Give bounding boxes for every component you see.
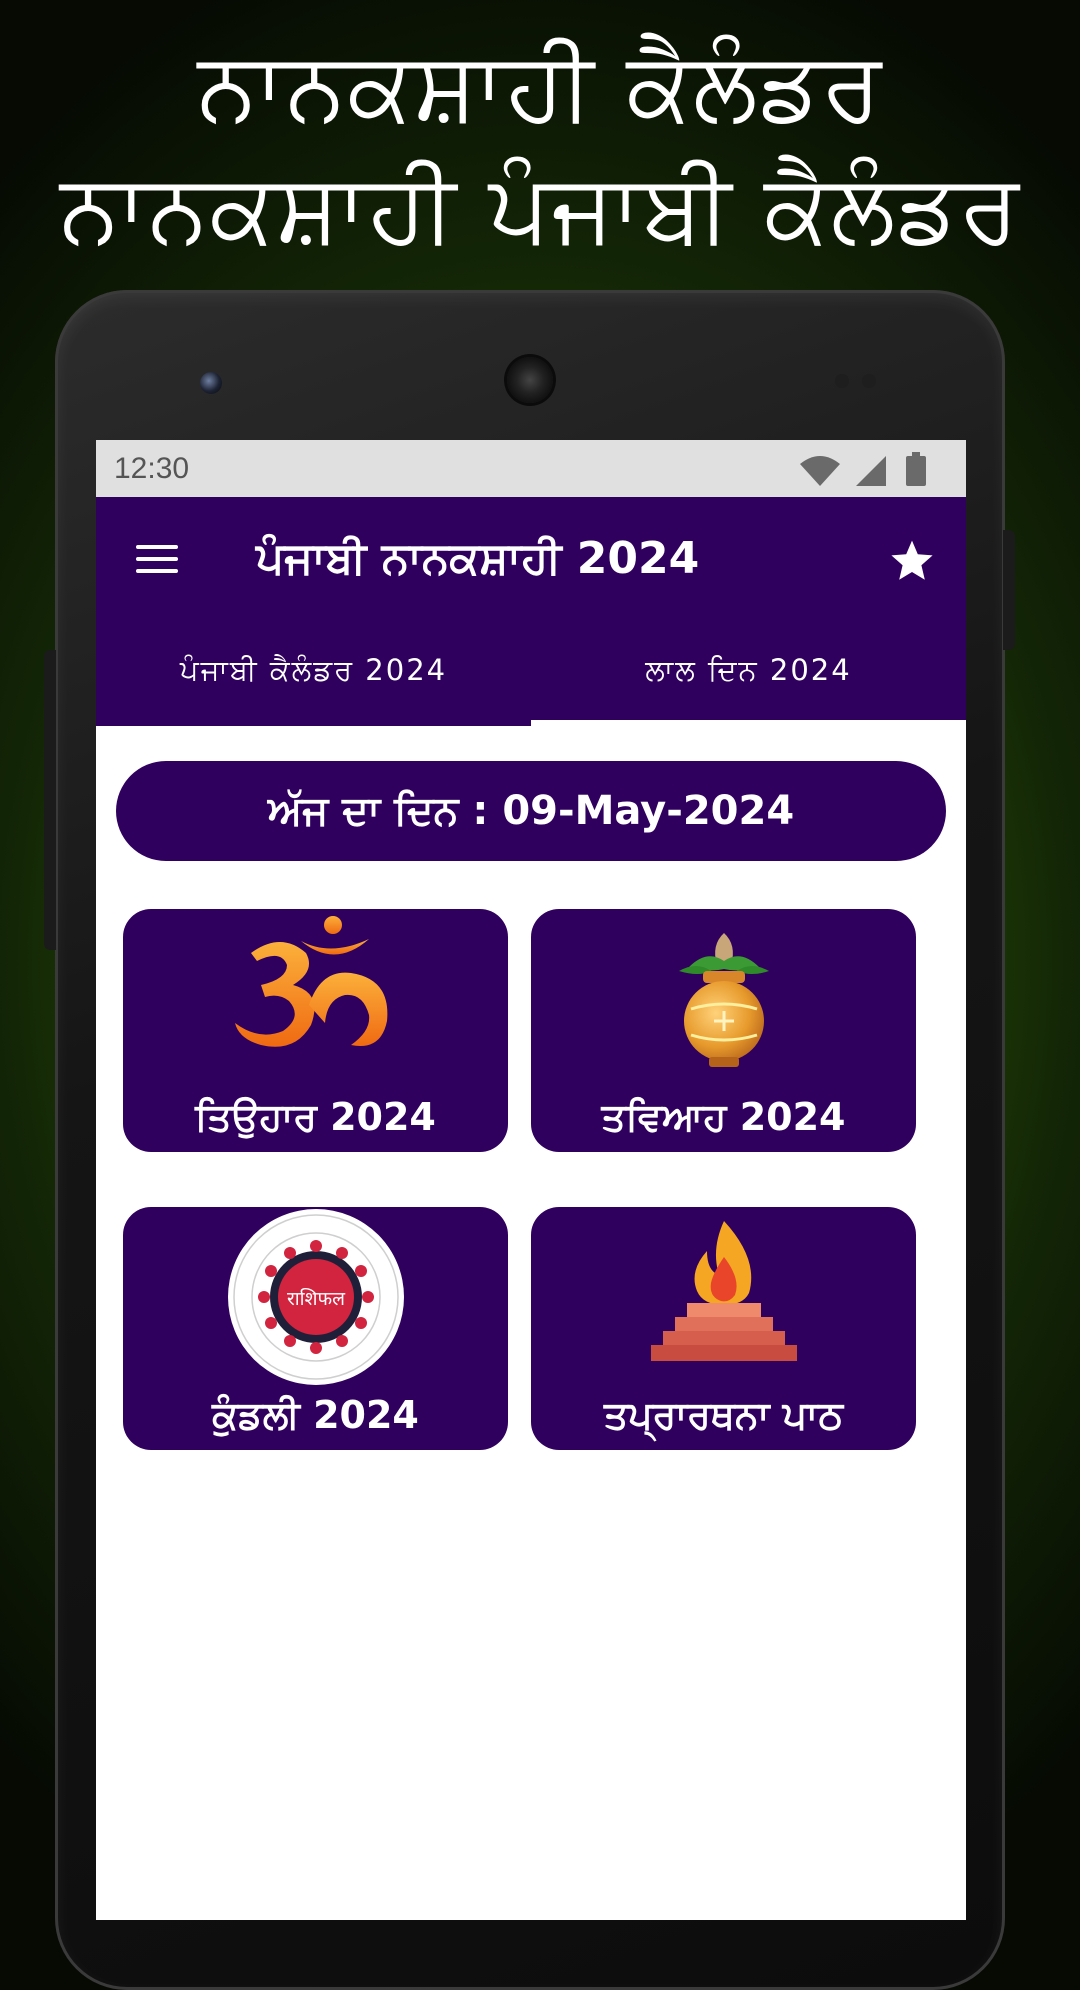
tab-red-days[interactable]: ਲਾਲ ਦਿਨ 2024: [531, 615, 966, 726]
kundli-card[interactable]: राशिफल ਕੁੰਡਲੀ 2024: [123, 1207, 508, 1450]
prayer-card[interactable]: ਤਪ੍ਰਾਰਥਨਾ ਪਾਠ: [531, 1207, 916, 1450]
festivals-card[interactable]: ਤਿਉਹਾਰ 2024: [123, 909, 508, 1152]
star-icon[interactable]: [888, 537, 936, 585]
kundli-card-label: ਕੁੰਡਲੀ 2024: [212, 1393, 419, 1437]
phone-sensor: [835, 374, 849, 388]
tab-selected-indicator: [531, 720, 966, 726]
today-date-banner[interactable]: ਅੱਜ ਦਾ ਦਿਨ : 09-May-2024: [116, 761, 946, 861]
phone-side-button: [44, 650, 56, 950]
wifi-icon: [800, 456, 840, 486]
phone-side-button: [1003, 530, 1015, 650]
havan-fire-icon: [650, 1221, 797, 1361]
phone-sensor: [862, 374, 876, 388]
prayer-card-label: ਤਪ੍ਰਾਰਥਨਾ ਪਾਠ: [603, 1393, 844, 1437]
zodiac-wheel-icon: राशिफल: [227, 1209, 404, 1385]
status-bar: 12:30: [96, 440, 966, 497]
app-bar: ਪੰਜਾਬੀ ਨਾਨਕਸ਼ਾਹੀ 2024: [96, 497, 966, 615]
zodiac-icon-text: राशिफल: [286, 1287, 345, 1310]
app-screen: 12:30 ਪੰਜਾਬੀ ਨਾਨਕਸ਼ਾਹੀ 2024 ਪੰਜਾਬੀ ਕੈਲੰਡ…: [96, 440, 966, 1920]
weddings-card[interactable]: ਤਵਿਆਹ 2024: [531, 909, 916, 1152]
tab-bar: ਪੰਜਾਬੀ ਕੈਲੰਡਰ 2024 ਲਾਲ ਦਿਨ 2024: [96, 615, 966, 726]
kalash-icon: [678, 933, 769, 1067]
battery-icon: [906, 452, 926, 486]
phone-speaker: [507, 357, 553, 403]
signal-icon: [856, 456, 886, 486]
status-icons: [800, 452, 926, 486]
weddings-card-label: ਤਵਿਆਹ 2024: [601, 1095, 846, 1139]
status-time: 12:30: [114, 452, 190, 485]
front-camera: [200, 372, 222, 394]
om-icon: [234, 916, 387, 1047]
hamburger-menu-icon[interactable]: [136, 545, 178, 573]
tab-punjabi-calendar[interactable]: ਪੰਜਾਬੀ ਕੈਲੰਡਰ 2024: [96, 615, 531, 726]
app-title: ਪੰਜਾਬੀ ਨਾਨਕਸ਼ਾਹੀ 2024: [256, 533, 700, 584]
festivals-card-label: ਤਿਉਹਾਰ 2024: [195, 1095, 436, 1139]
promo-title-line-2: ਨਾਨਕਸ਼ਾਹੀ ਪੰਜਾਬੀ ਕੈਲੰਡਰ: [59, 152, 1021, 264]
promo-title-line-1: ਨਾਨਕਸ਼ਾਹੀ ਕੈਲੰਡਰ: [197, 30, 883, 142]
